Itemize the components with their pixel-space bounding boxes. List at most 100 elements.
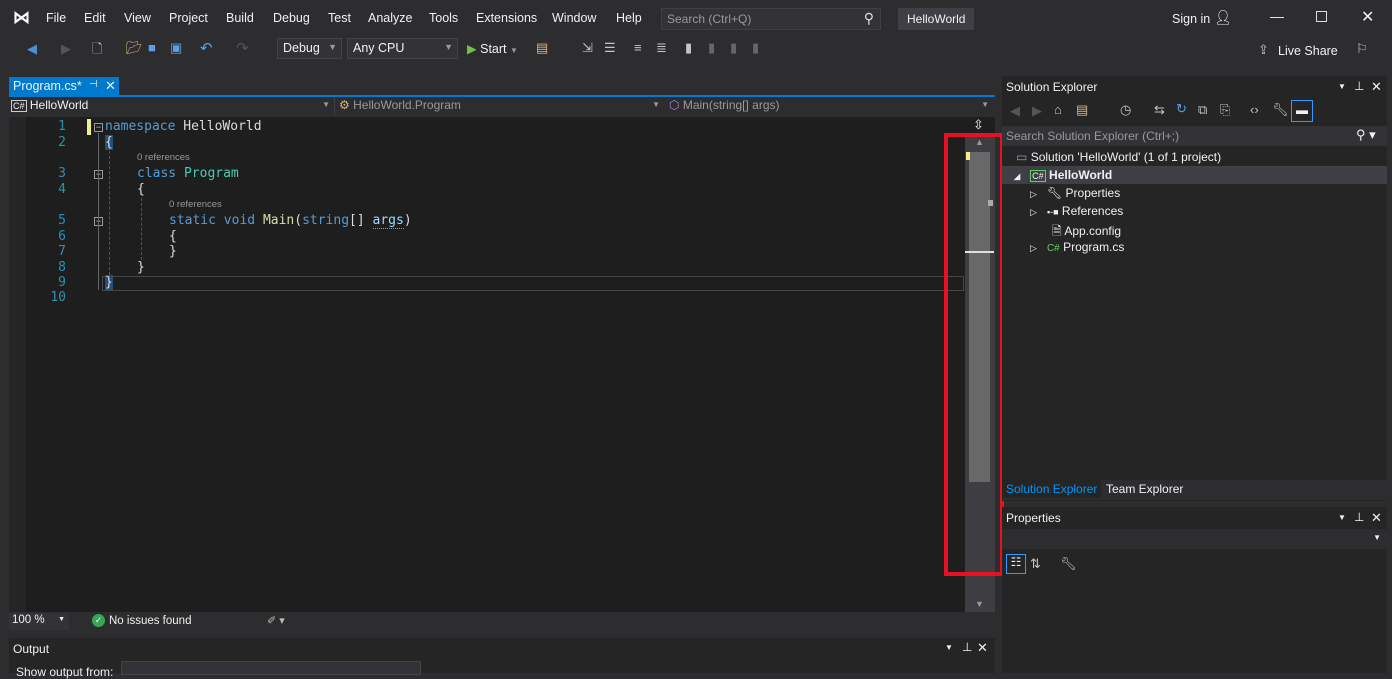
code-cleanup-icon[interactable]: ✐ ▾ (267, 614, 285, 627)
minimize-button[interactable]: — (1270, 8, 1284, 24)
next-bookmark-icon[interactable]: ▮ (730, 40, 737, 56)
undo-icon[interactable]: ↶ (200, 39, 213, 57)
expand-arrow-icon[interactable]: ▷ (1030, 189, 1037, 199)
alphabetical-icon[interactable]: ⇅ (1030, 556, 1041, 572)
back-icon[interactable]: ◀ (1010, 103, 1020, 119)
menu-extensions[interactable]: Extensions (476, 11, 537, 25)
open-folder-icon[interactable]: 📂︎ (126, 40, 143, 56)
forward-icon[interactable]: ▶ (61, 41, 71, 57)
step-into-icon[interactable]: ⇲ (582, 40, 593, 56)
member-dropdown[interactable]: ⬡ Main(string[] args) ▼ (669, 98, 993, 115)
properties-wrench-icon[interactable]: 🔧︎ (1272, 102, 1289, 118)
menu-window[interactable]: Window (552, 11, 596, 25)
menu-tools[interactable]: Tools (429, 11, 458, 25)
expand-arrow-icon[interactable]: ▷ (1030, 207, 1037, 217)
property-pages-icon[interactable]: 🔧︎ (1060, 556, 1077, 572)
close-window-button[interactable]: ✕ (1361, 7, 1374, 27)
home-icon[interactable]: ⌂ (1054, 102, 1062, 117)
type-dropdown[interactable]: ⚙︎ HelloWorld.Program ▼ (339, 98, 664, 115)
tab-team-explorer[interactable]: Team Explorer (1106, 482, 1183, 496)
pending-changes-icon[interactable]: ◷ (1120, 102, 1131, 118)
codelens-references[interactable]: 0 references (137, 152, 190, 163)
clear-bookmarks-icon[interactable]: ▮ (752, 40, 759, 56)
categorized-icon[interactable]: ☷ (1006, 554, 1026, 574)
refresh-icon[interactable]: ↻ (1176, 101, 1187, 117)
save-icon[interactable]: ■ (148, 40, 156, 55)
tree-item-program-cs[interactable]: ▷ C# Program.cs (1030, 240, 1124, 254)
save-all-icon[interactable]: ▣ (170, 40, 182, 56)
menu-analyze[interactable]: Analyze (368, 11, 412, 25)
bookmark-icon[interactable]: ▮ (685, 40, 692, 56)
sync-icon[interactable]: ⇆ (1154, 102, 1165, 118)
object-selector-dropdown[interactable]: ▼ (1002, 529, 1387, 549)
close-panel-icon[interactable]: ✕ (1371, 79, 1382, 95)
find-in-files-icon[interactable]: ▤ (536, 40, 548, 56)
tree-item-references[interactable]: ▷ ▪-■ References (1030, 204, 1123, 218)
maximize-button[interactable] (1316, 11, 1327, 22)
redo-icon[interactable]: ↷ (236, 39, 249, 57)
collapse-namespace-icon[interactable]: − (94, 123, 103, 132)
tab-program-cs[interactable]: Program.cs* ⊣ ✕ (9, 77, 119, 96)
panel-menu-icon[interactable]: ▼ (1338, 513, 1346, 522)
view-code-icon[interactable]: ‹› (1250, 102, 1259, 117)
menu-debug[interactable]: Debug (273, 11, 310, 25)
prev-bookmark-icon[interactable]: ▮ (708, 40, 715, 56)
horizontal-scrollbar[interactable] (314, 614, 964, 629)
uncomment-icon[interactable]: ≣ (656, 40, 667, 56)
platform-dropdown[interactable]: Any CPU ▼ (347, 38, 458, 59)
scroll-down-arrow[interactable]: ▼ (975, 599, 984, 609)
live-share-button[interactable]: Live Share (1278, 44, 1338, 58)
menu-project[interactable]: Project (169, 11, 208, 25)
close-panel-icon[interactable]: ✕ (977, 640, 988, 656)
preview-toggle-icon[interactable]: ▬ (1291, 100, 1313, 122)
pin-icon[interactable]: ⊥ (962, 640, 972, 654)
step-over-icon[interactable]: ☰ (604, 40, 616, 56)
search-icon[interactable]: ⚲ (864, 10, 874, 27)
search-icon[interactable]: ⚲ ▾ (1356, 127, 1376, 143)
expanded-arrow-icon[interactable]: ◢ (1014, 172, 1020, 181)
project-dropdown[interactable]: C# HelloWorld ▼ (11, 98, 335, 115)
panel-menu-icon[interactable]: ▼ (1338, 82, 1346, 91)
pin-icon[interactable]: ⊥ (1354, 79, 1364, 93)
split-editor-icon[interactable]: ⇳ (973, 117, 984, 133)
forward-icon[interactable]: ▶ (1032, 103, 1042, 119)
menu-edit[interactable]: Edit (84, 11, 106, 25)
tab-solution-explorer[interactable]: Solution Explorer (1002, 480, 1102, 498)
new-project-icon[interactable]: 🗋︎ (92, 40, 102, 62)
tree-item-properties[interactable]: ▷ 🔧︎ Properties (1030, 186, 1120, 200)
start-button[interactable]: ▶ Start ▼ (467, 41, 518, 56)
code-line-8: } (137, 260, 145, 275)
expand-arrow-icon[interactable]: ▷ (1030, 243, 1037, 253)
search-box[interactable]: Search (Ctrl+Q) ⚲ (661, 8, 881, 30)
live-share-icon[interactable]: ⇪ (1258, 42, 1269, 58)
issues-status[interactable]: No issues found (109, 615, 191, 627)
close-tab-icon[interactable]: ✕ (105, 78, 116, 94)
back-icon[interactable]: ◀ (27, 41, 37, 57)
code-editor[interactable] (9, 117, 995, 612)
menu-test[interactable]: Test (328, 11, 351, 25)
zoom-dropdown[interactable]: 100 % ▼ (9, 613, 69, 630)
method-icon: ⬡ (669, 98, 680, 112)
menu-build[interactable]: Build (226, 11, 254, 25)
pin-icon[interactable]: ⊣ (89, 79, 98, 90)
sign-in-link[interactable]: Sign in (1172, 12, 1210, 26)
search-input[interactable]: Search (Ctrl+Q) (667, 12, 751, 26)
code-line-3: class Program (137, 166, 239, 181)
panel-menu-icon[interactable]: ▼ (945, 643, 953, 652)
menu-help[interactable]: Help (616, 11, 642, 25)
switch-views-icon[interactable]: ▤ (1076, 102, 1088, 118)
collapse-all-icon[interactable]: ⧉ (1198, 102, 1207, 118)
show-all-files-icon[interactable]: ⎘ (1220, 102, 1230, 118)
feedback-icon[interactable]: ⚐ (1356, 41, 1368, 57)
solution-explorer-search[interactable]: Search Solution Explorer (Ctrl+;) ⚲ ▾ (1002, 126, 1387, 146)
user-icon[interactable]: 👤︎ (1214, 9, 1232, 26)
close-panel-icon[interactable]: ✕ (1371, 510, 1382, 526)
codelens-references[interactable]: 0 references (169, 199, 222, 210)
tree-project[interactable]: ◢ C# HelloWorld (1014, 168, 1112, 182)
pin-icon[interactable]: ⊥ (1354, 510, 1364, 524)
configuration-dropdown[interactable]: Debug ▼ (277, 38, 342, 59)
tree-solution[interactable]: ▭ Solution 'HelloWorld' (1 of 1 project) (1016, 150, 1221, 164)
menu-file[interactable]: File (46, 11, 66, 25)
comment-icon[interactable]: ≡ (634, 40, 642, 55)
menu-view[interactable]: View (124, 11, 151, 25)
